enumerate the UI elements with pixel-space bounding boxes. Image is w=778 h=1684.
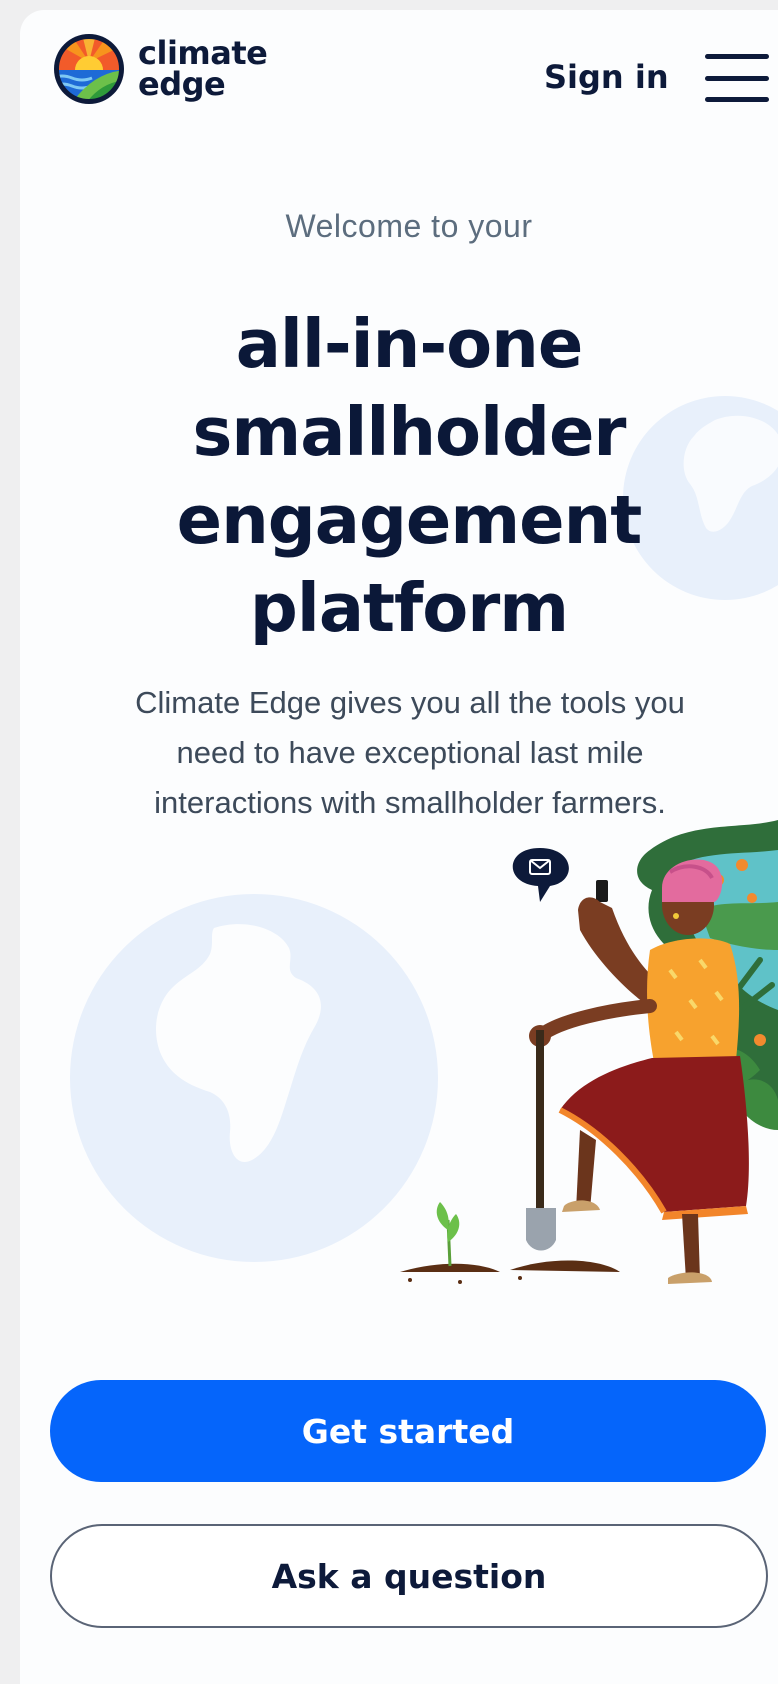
description-line: interactions with smallholder farmers. (154, 785, 666, 820)
farmer-illustration (400, 820, 778, 1284)
logo-line-2: edge (138, 65, 226, 103)
headline-line: engagement (176, 481, 643, 559)
hamburger-menu-icon[interactable] (705, 54, 769, 102)
menu-bar (705, 97, 769, 102)
page-card: climate edge Sign in Welcome to your all… (20, 10, 778, 1684)
get-started-button[interactable]: Get started (50, 1380, 766, 1482)
description-line: Climate Edge gives you all the tools you (135, 685, 685, 720)
welcome-text: Welcome to your (285, 208, 533, 244)
climate-edge-logo[interactable]: climate edge (52, 32, 268, 106)
sign-in-link[interactable]: Sign in (544, 58, 669, 96)
menu-bar (705, 54, 769, 59)
globe-decoration-icon (70, 894, 438, 1262)
hero-headline: all-in-one smallholder engagement platfo… (20, 300, 778, 652)
description-line: need to have exceptional last mile (176, 735, 644, 770)
menu-bar (705, 75, 769, 81)
sun-field-logo-icon (54, 34, 124, 104)
hero-description: Climate Edge gives you all the tools you… (70, 678, 750, 828)
headline-line: smallholder (192, 393, 627, 471)
logo-wordmark: climate edge (138, 37, 268, 103)
headline-line: platform (249, 569, 569, 647)
headline-line: all-in-one (235, 305, 584, 383)
ask-a-question-button[interactable]: Ask a question (50, 1524, 768, 1628)
